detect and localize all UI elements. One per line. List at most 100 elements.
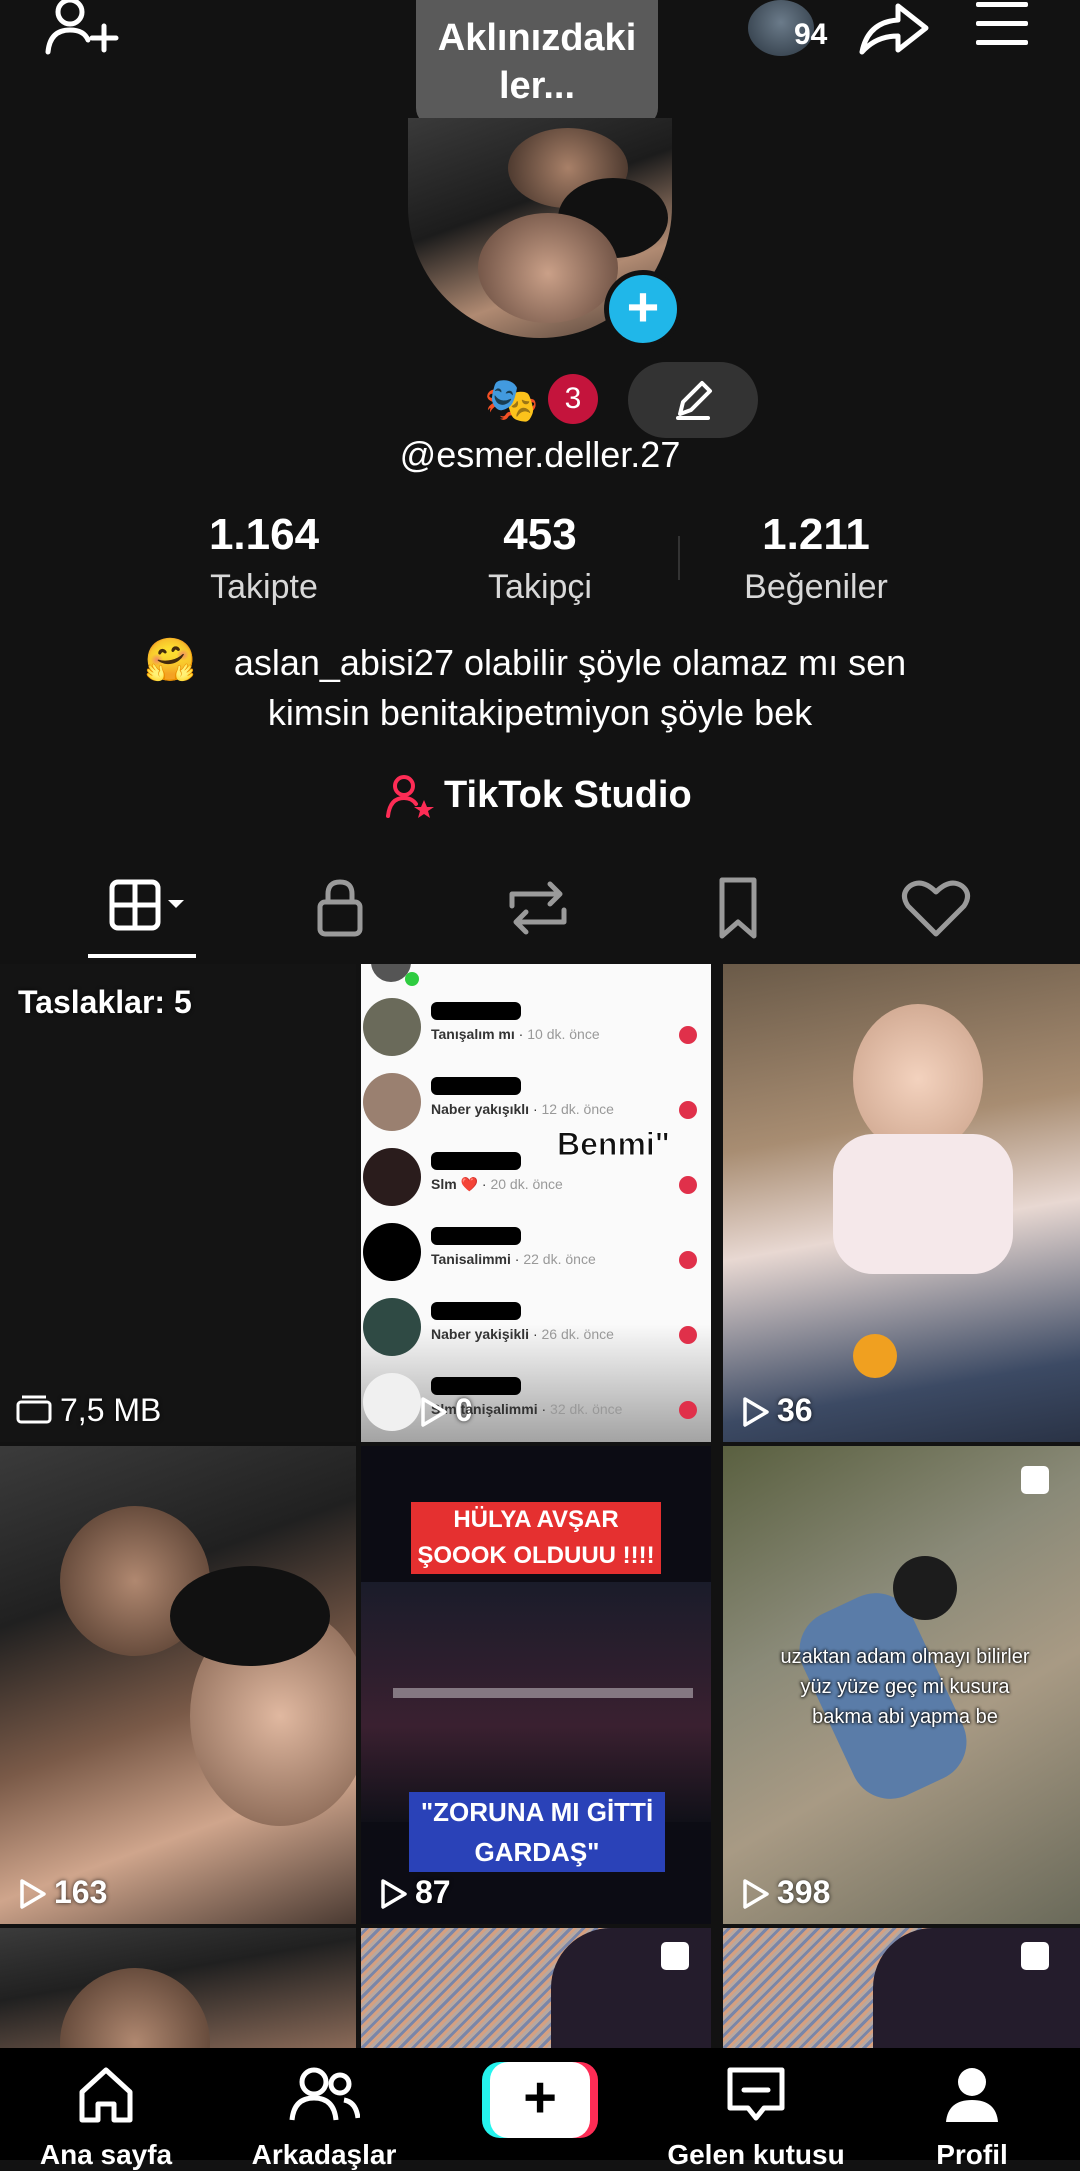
nav-home[interactable]: Ana sayfa (6, 2048, 206, 2171)
redacted-name (431, 1152, 521, 1170)
notification-time: 26 dk. önce (541, 1326, 614, 1342)
redacted-name (431, 1377, 521, 1395)
redacted-name (431, 1227, 521, 1245)
notification-text: Naber yakişikli · 26 dk. önce (431, 1326, 614, 1342)
video-tile[interactable] (361, 1928, 711, 2048)
tiktok-studio-link[interactable]: TikTok Studio (444, 774, 692, 817)
notification-avatar (363, 998, 421, 1056)
play-icon (20, 1879, 46, 1909)
badge-count[interactable]: 3 (548, 374, 598, 424)
friends-icon (289, 2067, 361, 2121)
notification-avatar (363, 1373, 421, 1431)
stat-followers-label: Takipçi (488, 568, 592, 606)
add-story-plus-icon[interactable]: + (604, 270, 682, 348)
menu-icon[interactable] (976, 2, 1028, 50)
play-icon (743, 1397, 769, 1427)
share-icon[interactable] (858, 0, 930, 58)
nav-friends-label: Arkadaşlar (251, 2139, 397, 2170)
theater-masks-icon[interactable]: 🎭 (484, 374, 539, 426)
unread-dot (679, 1026, 697, 1044)
photo-carousel-icon (1021, 1466, 1049, 1494)
stat-likes[interactable]: 1.211 Beğeniler (686, 510, 946, 607)
nav-inbox[interactable]: Gelen kutusu (656, 2048, 856, 2171)
notification-name: Slm ❤️ (431, 1176, 478, 1192)
notification-time: 12 dk. önce (541, 1101, 614, 1117)
profile-icon (946, 2068, 998, 2122)
video-overlay-text: uzaktan adam olmayı bilirler yüz yüze ge… (780, 1646, 1030, 1728)
notification-row: Tanisalimmi · 22 dk. önce (361, 1213, 711, 1283)
create-button[interactable]: + (482, 2062, 598, 2138)
repost-tab-icon[interactable] (498, 876, 578, 940)
unread-dot (679, 1401, 697, 1419)
view-count: 398 (777, 1874, 831, 1910)
active-tab-indicator (88, 954, 196, 958)
nav-friends[interactable]: Arkadaşlar (224, 2048, 424, 2171)
unread-dot (679, 1251, 697, 1269)
stat-following-value: 1.164 (208, 510, 320, 559)
video-tile[interactable] (723, 1928, 1080, 2048)
video-overlay-top: HÜLYA AVŞAR ŞOOOK OLDUUU !!!! (411, 1502, 661, 1574)
liked-tab-icon[interactable] (896, 876, 976, 940)
home-icon (79, 2067, 133, 2123)
unread-dot (679, 1326, 697, 1344)
drafts-tile[interactable]: Taslaklar: 5 7,5 MB (0, 964, 356, 1442)
nav-home-label: Ana sayfa (39, 2139, 173, 2170)
video-tile[interactable] (0, 1928, 356, 2048)
stat-likes-label: Beğeniler (744, 568, 888, 606)
notification-time: 20 dk. önce (490, 1176, 563, 1192)
notification-name: Tanisalimmi (431, 1251, 511, 1267)
nav-inbox-label: Gelen kutusu (667, 2139, 845, 2170)
videos-grid-tab-icon[interactable] (108, 876, 188, 940)
video-overlay-bottom: "ZORUNA MI GİTTİ GARDAŞ" (409, 1792, 665, 1872)
notification-name: Naber yakışıklı (431, 1101, 530, 1117)
video-tile[interactable]: 36 (723, 964, 1080, 1442)
video-tile[interactable]: Benmi" 0 Tanışalım mı · 10 dk. önce Naber… (361, 964, 711, 1442)
notification-row: Naber yakişikli · 26 dk. önce (361, 1288, 711, 1358)
play-icon (381, 1879, 407, 1909)
bio-line1: aslan_abisi27 olabilir şöyle olamaz mı s… (233, 642, 907, 683)
unread-dot (679, 1101, 697, 1119)
note-bubble[interactable]: Aklınızdaki ler... (416, 0, 658, 126)
view-count: 163 (54, 1874, 108, 1910)
notification-avatar (363, 1223, 421, 1281)
nav-profile-label: Profil (936, 2139, 1008, 2170)
notification-time: 22 dk. önce (523, 1251, 596, 1267)
notification-row: Slm ❤️ · 20 dk. önce (361, 1138, 711, 1208)
lock-tab-icon[interactable] (300, 876, 380, 940)
plus-icon: + (523, 2065, 557, 2130)
add-friend-icon[interactable] (40, 0, 120, 60)
notification-text: Slm ❤️ · 20 dk. önce (431, 1176, 563, 1192)
notification-row: Tanışalım mı · 10 dk. önce (361, 988, 711, 1058)
tiktok-studio-icon[interactable] (386, 774, 434, 818)
drafts-stack-icon (16, 1395, 52, 1424)
video-tile[interactable]: 163 (0, 1446, 356, 1924)
photo-carousel-icon (1021, 1942, 1049, 1970)
notification-avatar (363, 1073, 421, 1131)
notification-text: Slm tanişalimmi · 32 dk. önce (431, 1401, 623, 1417)
notification-row: Slm tanişalimmi · 32 dk. önce (361, 1363, 711, 1433)
bio-line2: kimsin benitakipetmiyon şöyle bek (267, 692, 813, 733)
edit-profile-button[interactable] (628, 362, 758, 438)
video-tile[interactable]: HÜLYA AVŞAR ŞOOOK OLDUUU !!!! "ZORUNA MI… (361, 1446, 711, 1924)
bio: aslan_abisi27 olabilir şöyle olamaz mı s… (120, 638, 960, 738)
notification-row: Naber yakışıklı · 12 dk. önce (361, 1063, 711, 1133)
redacted-name (431, 1077, 521, 1095)
play-icon (421, 1397, 447, 1427)
notification-avatar (363, 1148, 421, 1206)
photo-carousel-icon (661, 1942, 689, 1970)
redacted-name (431, 1302, 521, 1320)
drafts-label: Taslaklar: 5 (18, 984, 192, 1020)
notification-time: 32 dk. önce (550, 1401, 623, 1417)
stat-following[interactable]: 1.164 Takipte (134, 510, 394, 607)
stat-followers[interactable]: 453 Takipçi (410, 510, 670, 607)
inbox-icon (727, 2067, 785, 2121)
notification-text: Tanışalım mı · 10 dk. önce (431, 1026, 600, 1042)
video-tile[interactable]: uzaktan adam olmayı bilirler yüz yüze ge… (723, 1446, 1080, 1924)
drafts-size: 7,5 MB (60, 1392, 162, 1428)
notification-text: Naber yakışıklı · 12 dk. önce (431, 1101, 614, 1117)
notification-name: Naber yakişikli (431, 1326, 530, 1342)
bookmark-tab-icon[interactable] (698, 876, 778, 940)
nav-profile[interactable]: Profil (872, 2048, 1072, 2171)
notification-avatar (363, 1298, 421, 1356)
note-bubble-line2: ler... (498, 65, 576, 107)
